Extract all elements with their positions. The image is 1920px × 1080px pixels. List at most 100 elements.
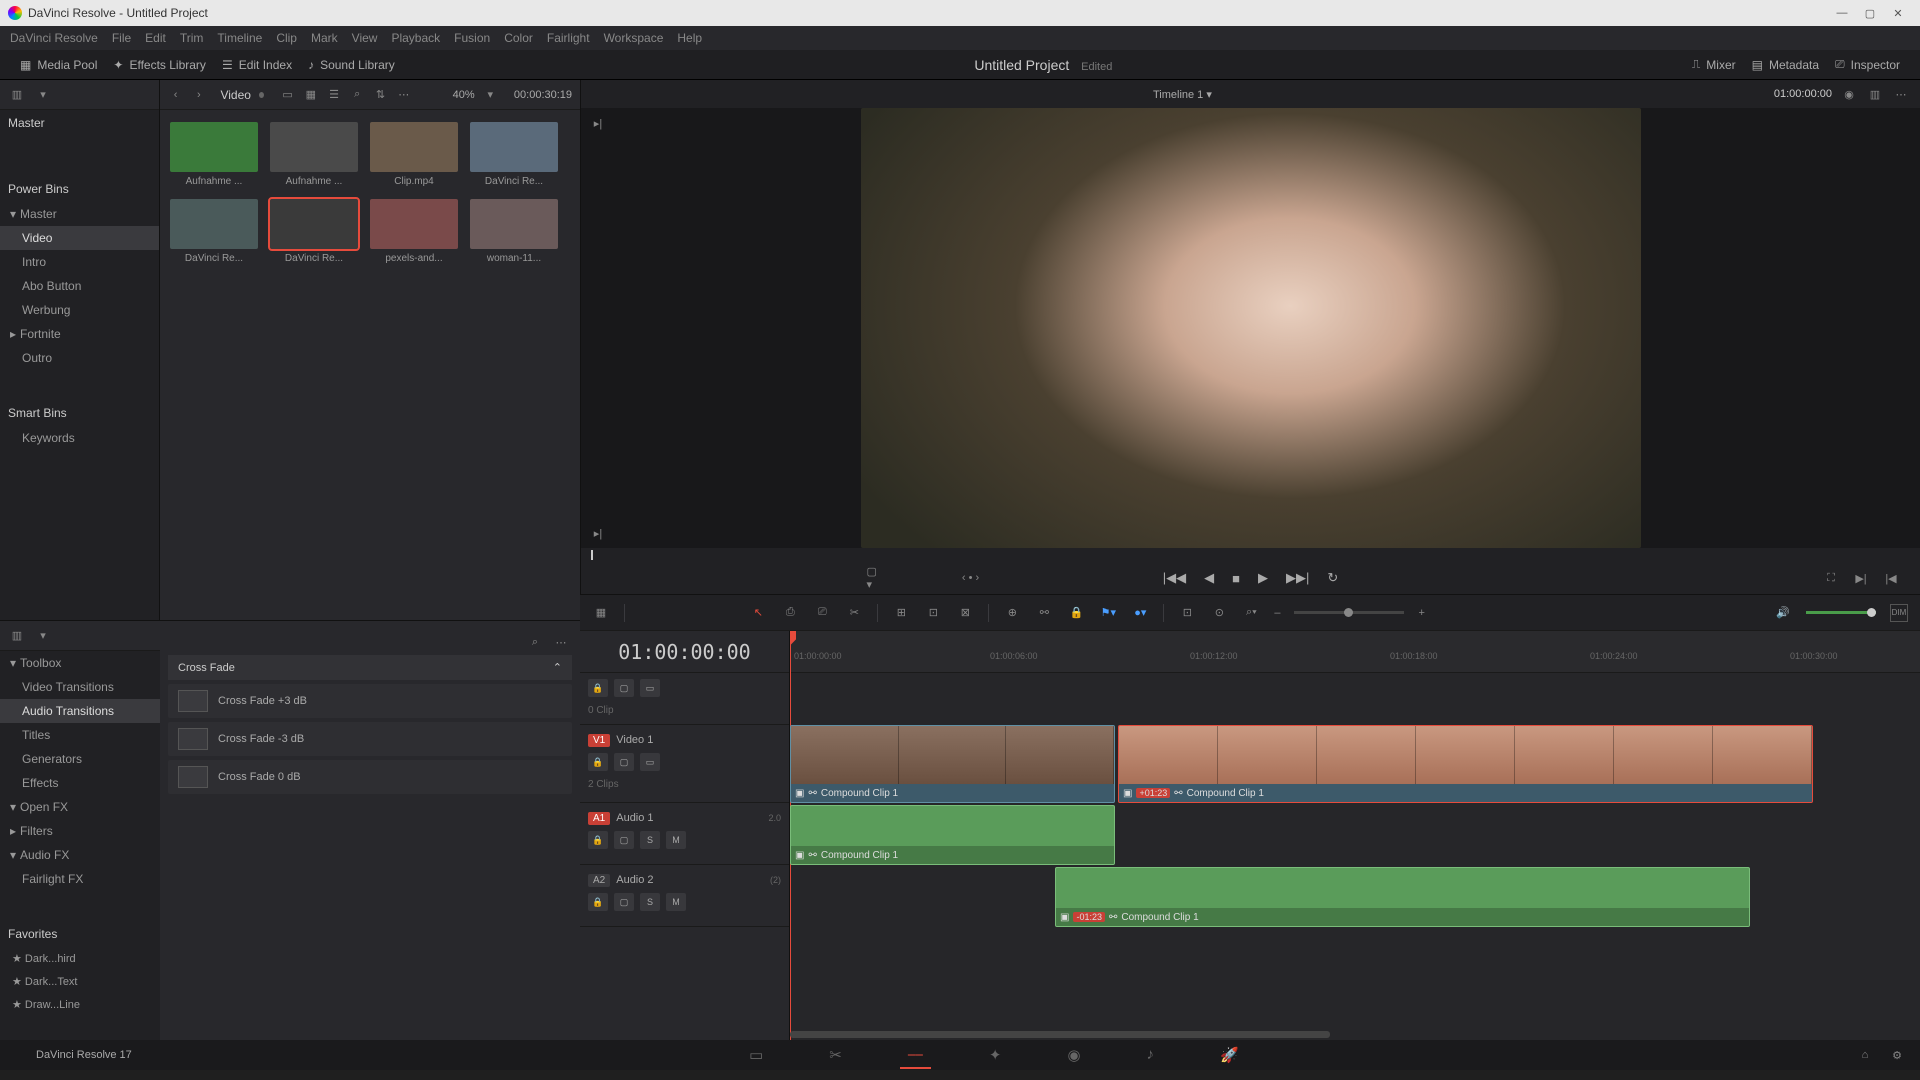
audiofx-header[interactable]: ▾Audio FX — [0, 843, 160, 867]
solo-button[interactable]: S — [640, 831, 660, 849]
bin-list-icon[interactable]: ▥ — [8, 86, 26, 104]
more-icon[interactable]: ⋯ — [396, 86, 411, 104]
track-badge[interactable]: V1 — [588, 734, 610, 747]
marker-icon[interactable]: ●▾ — [1131, 604, 1149, 622]
nav-fwd-icon[interactable]: › — [191, 86, 206, 104]
disable-icon[interactable]: ▭ — [640, 753, 660, 771]
auto-select-icon[interactable]: ▢ — [614, 679, 634, 697]
timeline-clip-video[interactable]: ▣+01:23⚯Compound Clip 1 — [1118, 725, 1813, 803]
clip-thumbnail[interactable]: Aufnahme ... — [270, 122, 358, 187]
nav-dots-icon[interactable]: ‹ • › — [962, 569, 980, 587]
menu-item[interactable]: DaVinci Resolve — [10, 31, 98, 45]
minimize-button[interactable]: — — [1828, 7, 1856, 19]
auto-select-icon[interactable]: ▢ — [614, 893, 634, 911]
panel-icon[interactable]: ▥ — [8, 627, 26, 645]
prev-frame-button[interactable]: ◀ — [1204, 570, 1214, 586]
effects-category[interactable]: Effects — [0, 771, 160, 795]
link-icon[interactable]: ⚯ — [1035, 604, 1053, 622]
bin-item[interactable]: Video — [0, 226, 159, 250]
view-strip-icon[interactable]: ▭ — [280, 86, 295, 104]
bin-item[interactable]: Intro — [0, 250, 159, 274]
openfx-header[interactable]: ▾Open FX — [0, 795, 160, 819]
menu-item[interactable]: View — [352, 31, 378, 45]
timeline-view-icon[interactable]: ▦ — [592, 604, 610, 622]
split-view-icon[interactable]: ▥ — [1866, 85, 1884, 103]
view-grid-icon[interactable]: ▦ — [303, 86, 318, 104]
effects-category[interactable]: ▸Filters — [0, 819, 160, 843]
sound-library-toggle[interactable]: ♪ Sound Library — [300, 54, 403, 76]
detail-zoom-icon[interactable]: ⊙ — [1210, 604, 1228, 622]
cut-page-button[interactable]: ✂ — [821, 1042, 850, 1069]
favorite-item[interactable]: ★ Draw...Line — [0, 993, 160, 1016]
dynamic-trim-icon[interactable]: ⎚ — [813, 604, 831, 622]
menu-item[interactable]: Clip — [276, 31, 297, 45]
zoom-slider[interactable] — [1294, 611, 1404, 614]
timeline-scrollbar[interactable] — [790, 1031, 1330, 1038]
lock-icon[interactable]: 🔒 — [588, 831, 608, 849]
flag-icon[interactable]: ⚑▾ — [1099, 604, 1117, 622]
custom-zoom-icon[interactable]: ⌕▾ — [1242, 604, 1260, 622]
bin-item[interactable]: Werbung — [0, 298, 159, 322]
dim-icon[interactable]: DIM — [1890, 604, 1908, 622]
effects-group-header[interactable]: Cross Fade ⌃ — [168, 655, 572, 680]
toolbox-header[interactable]: ▾Toolbox — [0, 651, 160, 675]
bin-item[interactable]: ▸Fortnite — [0, 322, 159, 346]
menu-item[interactable]: Edit — [145, 31, 166, 45]
menu-item[interactable]: Fairlight — [547, 31, 590, 45]
menu-item[interactable]: Trim — [180, 31, 204, 45]
zoom-value[interactable]: 40% — [453, 89, 475, 101]
bypass-icon[interactable]: ◉ — [1840, 85, 1858, 103]
collapse-icon[interactable]: ⌃ — [553, 661, 562, 674]
timeline-canvas[interactable]: 01:00:00:00 01:00:06:00 01:00:12:00 01:0… — [790, 631, 1920, 1040]
selection-tool-icon[interactable]: ↖ — [749, 604, 767, 622]
nav-back-icon[interactable]: ‹ — [168, 86, 183, 104]
blade-tool-icon[interactable]: ✂ — [845, 604, 863, 622]
viewer-scrubber[interactable] — [581, 548, 1920, 562]
fullscreen-icon[interactable]: ⛶ — [1822, 569, 1840, 587]
menu-item[interactable]: Color — [504, 31, 533, 45]
media-page-button[interactable]: ▭ — [741, 1042, 771, 1069]
chevron-down-icon[interactable]: ▾ — [34, 86, 52, 104]
next-edit-icon[interactable]: ▶| — [1852, 569, 1870, 587]
volume-icon[interactable]: 🔊 — [1774, 604, 1792, 622]
close-button[interactable]: ✕ — [1884, 7, 1912, 20]
sort-icon[interactable]: ⇅ — [373, 86, 388, 104]
track-header-a1[interactable]: A1Audio 12.0 🔒▢SM — [580, 803, 789, 865]
track-header-v1[interactable]: V1Video 1 🔒▢▭ 2 Clips — [580, 725, 789, 803]
viewer-canvas[interactable]: ▸| ▸| — [581, 108, 1920, 548]
fairlight-page-button[interactable]: ♪ — [1139, 1042, 1163, 1069]
timeline-clip-audio[interactable]: ▣⚯Compound Clip 1 — [790, 805, 1115, 865]
match-frame-icon[interactable]: ▸| — [589, 114, 607, 132]
effects-category[interactable]: Fairlight FX — [0, 867, 160, 891]
zoom-fit-icon[interactable]: ⊡ — [1178, 604, 1196, 622]
search-icon[interactable]: ⌕ — [350, 86, 365, 104]
menu-item[interactable]: Help — [677, 31, 702, 45]
replace-icon[interactable]: ⊠ — [956, 604, 974, 622]
lock-icon[interactable]: 🔒 — [588, 893, 608, 911]
effect-item[interactable]: Cross Fade -3 dB — [168, 722, 572, 756]
next-frame-button[interactable]: ▶▶| — [1286, 570, 1309, 586]
timeline-ruler[interactable]: 01:00:00:00 01:00:06:00 01:00:12:00 01:0… — [790, 631, 1920, 673]
media-pool-toggle[interactable]: ▦ Media Pool — [12, 54, 105, 76]
chevron-down-icon[interactable]: ▾ — [34, 627, 52, 645]
prev-edit-icon[interactable]: |◀ — [1882, 569, 1900, 587]
effect-item[interactable]: Cross Fade 0 dB — [168, 760, 572, 794]
auto-select-icon[interactable]: ▢ — [614, 831, 634, 849]
fusion-page-button[interactable]: ✦ — [981, 1042, 1010, 1069]
bin-item[interactable]: ▾Master — [0, 202, 159, 226]
timeline-name-dropdown[interactable]: Timeline 1 ▾ — [1153, 88, 1212, 101]
home-icon[interactable]: ⌂ — [1856, 1046, 1874, 1064]
trim-tool-icon[interactable]: ⎙ — [781, 604, 799, 622]
effects-category[interactable]: Audio Transitions — [0, 699, 160, 723]
view-list-icon[interactable]: ☰ — [326, 86, 341, 104]
bin-item[interactable]: Outro — [0, 346, 159, 370]
chevron-down-icon[interactable]: ▾ — [483, 86, 498, 104]
clip-thumbnail[interactable]: Clip.mp4 — [370, 122, 458, 187]
auto-select-icon[interactable]: ▢ — [614, 753, 634, 771]
lock-icon[interactable]: 🔒 — [1067, 604, 1085, 622]
edit-page-button[interactable]: ⎯⎯ — [900, 1042, 931, 1069]
track-header-v2[interactable]: 🔒▢▭ 0 Clip — [580, 673, 789, 725]
effects-category[interactable]: Video Transitions — [0, 675, 160, 699]
clip-thumbnail[interactable]: Aufnahme ... — [170, 122, 258, 187]
more-icon[interactable]: ⋯ — [1892, 85, 1910, 103]
